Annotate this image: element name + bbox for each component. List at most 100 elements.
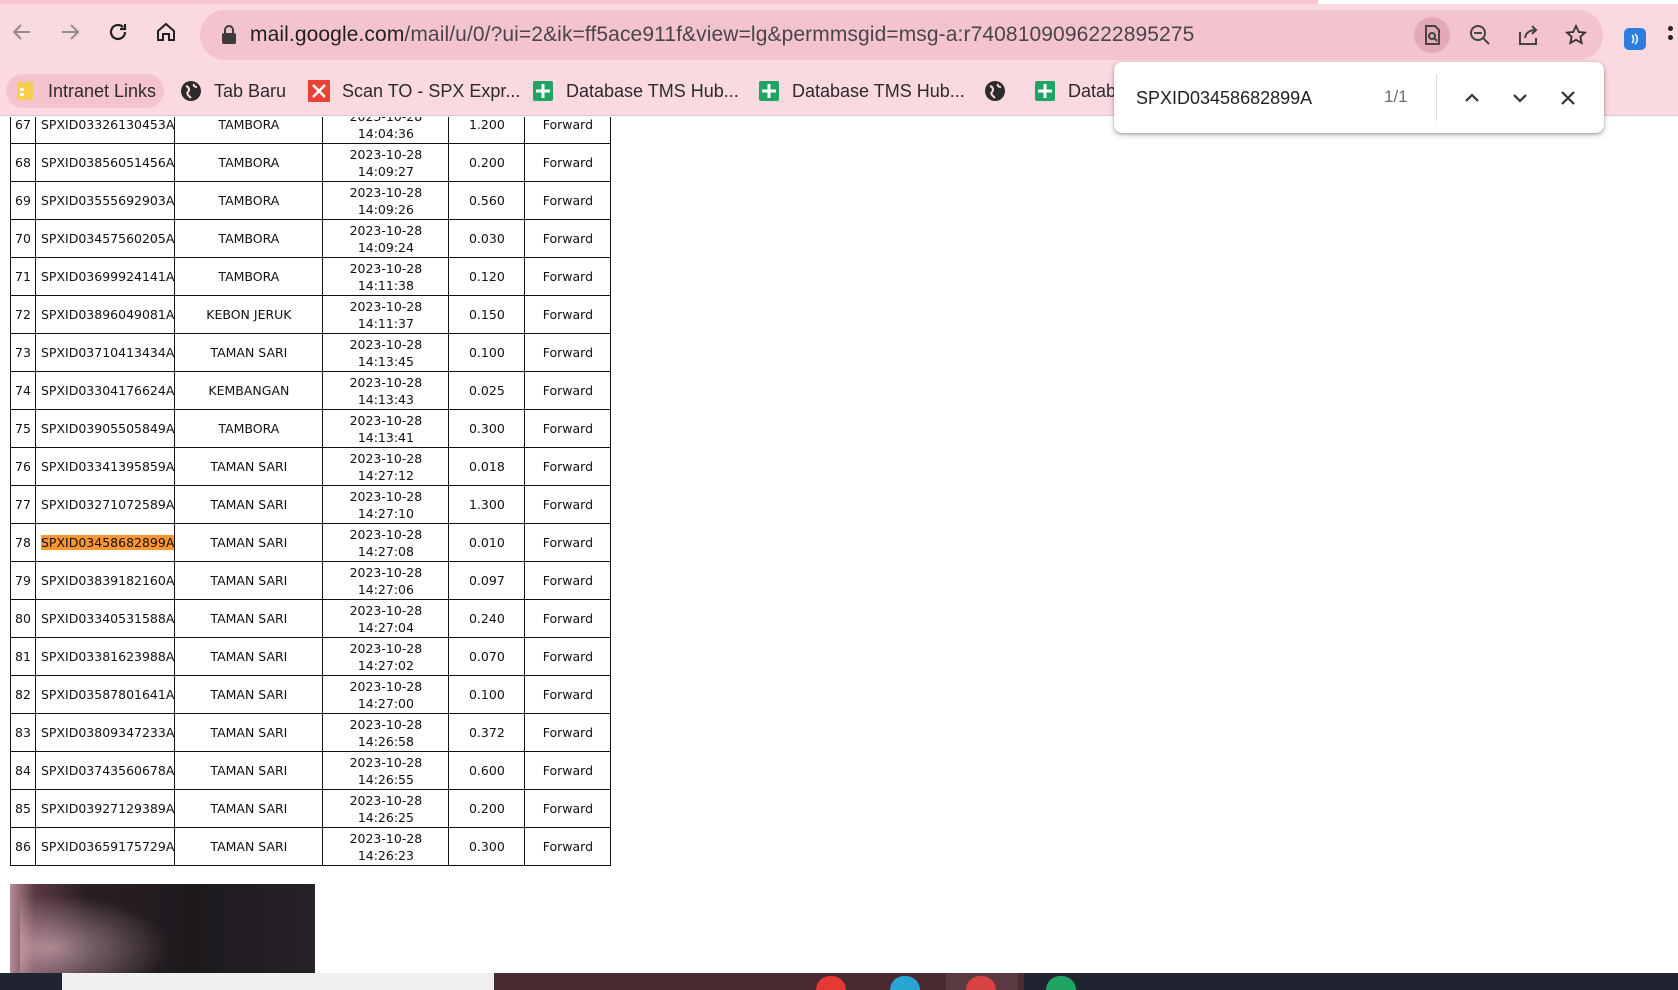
shipment-type: Forward xyxy=(524,713,612,752)
shipment-type: Forward xyxy=(524,561,612,600)
bookmark-tab-baru[interactable]: Tab Baru xyxy=(172,74,294,108)
scan-datetime: 2023-10-28 14:26:55 xyxy=(322,751,450,790)
tracking-id-text: SPXID03341395859A xyxy=(41,459,175,474)
scan-date: 2023-10-28 xyxy=(349,792,423,808)
tracking-id: SPXID03587801641A xyxy=(34,675,176,714)
bookmark-label: Scan TO - SPX Expr... xyxy=(342,80,521,101)
nfc-icon xyxy=(1631,33,1638,45)
bookmark-scan-to-spx[interactable]: Scan TO - SPX Expr... xyxy=(300,74,528,108)
scan-date: 2023-10-28 xyxy=(349,146,423,162)
close-icon xyxy=(1561,91,1575,105)
tracking-id: SPXID03555692903A xyxy=(34,181,176,220)
table-row: 77 SPXID03271072589A TAMAN SARI 2023-10-28 1… xyxy=(10,485,612,524)
bookmark-database-3[interactable]: Datab xyxy=(1026,74,1124,108)
find-previous-button[interactable] xyxy=(1456,82,1488,114)
tracking-id: SPXID03856051456A xyxy=(34,143,176,182)
table-row: 81 SPXID03381623988A TAMAN SARI 2023-10-28 1… xyxy=(10,637,612,676)
scan-date: 2023-10-28 xyxy=(349,830,423,846)
row-number: 71 xyxy=(10,257,36,296)
find-next-button[interactable] xyxy=(1504,82,1536,114)
spx-x-icon xyxy=(308,80,330,102)
image-glare xyxy=(20,894,170,973)
table-row: 71 SPXID03699924141A TAMBORA 2023-10-28 14:1… xyxy=(10,257,612,296)
forward-button[interactable] xyxy=(52,14,88,50)
scan-date: 2023-10-28 xyxy=(349,488,423,504)
bookmark-database-tms-hub-1[interactable]: Database TMS Hub... xyxy=(524,74,747,108)
area-name-text: KEBON JERUK xyxy=(206,307,292,322)
reload-icon xyxy=(109,23,127,41)
tracking-id: SPXID03699924141A xyxy=(34,257,176,296)
weight-value: 0.100 xyxy=(448,675,526,714)
scan-datetime: 2023-10-28 14:26:25 xyxy=(322,789,450,828)
bookmark-star-button[interactable] xyxy=(1558,17,1594,53)
tracking-id-text: SPXID03555692903A xyxy=(41,193,175,208)
weight-value: 0.097 xyxy=(448,561,526,600)
table-row: 85 SPXID03927129389A TAMAN SARI 2023-10-28 1… xyxy=(10,789,612,828)
row-number-text: 78 xyxy=(15,535,31,550)
tracking-id: SPXID03710413434A xyxy=(34,333,176,372)
area-name: TAMAN SARI xyxy=(174,523,324,562)
find-in-page-button[interactable] xyxy=(1414,17,1450,53)
shipment-type-text: Forward xyxy=(542,497,594,512)
share-button[interactable] xyxy=(1510,17,1546,53)
scan-time: 14:26:58 xyxy=(357,733,414,749)
area-name: TAMAN SARI xyxy=(174,751,324,790)
shipment-type-text: Forward xyxy=(542,649,594,664)
shipment-type: Forward xyxy=(524,117,612,144)
taskbar-search-box[interactable] xyxy=(62,973,494,990)
bookmark-intranet-links[interactable]: Intranet Links xyxy=(6,74,165,108)
area-name: KEBON JERUK xyxy=(174,295,324,334)
bookmark-globe[interactable] xyxy=(976,74,1026,108)
weight-value: 1.300 xyxy=(448,485,526,524)
weight-value-text: 1.200 xyxy=(468,117,505,132)
shipment-type-text: Forward xyxy=(542,725,594,740)
weight-value: 0.200 xyxy=(448,143,526,182)
table-row: 69 SPXID03555692903A TAMBORA 2023-10-28 14:0… xyxy=(10,181,612,220)
scan-time: 14:04:36 xyxy=(357,125,414,141)
row-number-text: 76 xyxy=(15,459,31,474)
taskbar-app-icon[interactable] xyxy=(1046,976,1076,990)
back-button[interactable] xyxy=(4,14,40,50)
shipment-type-text: Forward xyxy=(542,573,594,588)
reload-button[interactable] xyxy=(100,14,136,50)
area-name: TAMAN SARI xyxy=(174,827,324,866)
area-name-text: TAMBORA xyxy=(218,193,280,208)
area-name: TAMBORA xyxy=(174,143,324,182)
find-match-count: 1/1 xyxy=(1384,87,1408,106)
table-row: 82 SPXID03587801641A TAMAN SARI 2023-10-28 1… xyxy=(10,675,612,714)
shipment-type: Forward xyxy=(524,447,612,486)
area-name: TAMAN SARI xyxy=(174,675,324,714)
scan-datetime: 2023-10-28 14:13:43 xyxy=(322,371,450,410)
weight-value-text: 0.097 xyxy=(468,573,505,588)
tracking-id: SPXID03659175729A xyxy=(34,827,176,866)
share-icon xyxy=(1519,25,1538,45)
table-row: 86 SPXID03659175729A TAMAN SARI 2023-10-28 1… xyxy=(10,827,612,866)
browser-menu-button[interactable] xyxy=(1668,26,1674,52)
url-text[interactable]: mail.google.com/mail/u/0/?ui=2&ik=ff5ace… xyxy=(250,23,1194,47)
globe-icon xyxy=(984,80,1006,102)
url-path: /mail/u/0/?ui=2&ik=ff5ace911f&view=lg&pe… xyxy=(404,23,1195,46)
bookmark-label: Database TMS Hub... xyxy=(566,80,739,101)
area-name: TAMBORA xyxy=(174,181,324,220)
find-close-button[interactable] xyxy=(1552,82,1584,114)
row-number-text: 68 xyxy=(15,155,31,170)
row-number-text: 67 xyxy=(15,117,31,132)
taskbar-apps xyxy=(494,973,1024,990)
weight-value: 0.560 xyxy=(448,181,526,220)
weight-value-text: 0.030 xyxy=(468,231,505,246)
zoom-button[interactable] xyxy=(1462,17,1498,53)
table-row: 70 SPXID03457560205A TAMBORA 2023-10-28 14:0… xyxy=(10,219,612,258)
attached-image[interactable] xyxy=(10,884,315,973)
home-button[interactable] xyxy=(148,14,184,50)
area-name: TAMBORA xyxy=(174,117,324,144)
scan-time: 14:26:23 xyxy=(357,847,414,863)
scan-datetime: 2023-10-28 14:11:38 xyxy=(322,257,450,296)
find-input[interactable] xyxy=(1136,82,1386,114)
bookmark-database-tms-hub-2[interactable]: Database TMS Hub... xyxy=(750,74,973,108)
row-number: 69 xyxy=(10,181,36,220)
address-bar[interactable]: mail.google.com/mail/u/0/?ui=2&ik=ff5ace… xyxy=(200,10,1603,60)
table-row: 76 SPXID03341395859A TAMAN SARI 2023-10-28 1… xyxy=(10,447,612,486)
tracking-id: SPXID03927129389A xyxy=(34,789,176,828)
tracking-id-text: SPXID03340531588A xyxy=(41,611,175,626)
extension-icon[interactable] xyxy=(1624,28,1646,50)
